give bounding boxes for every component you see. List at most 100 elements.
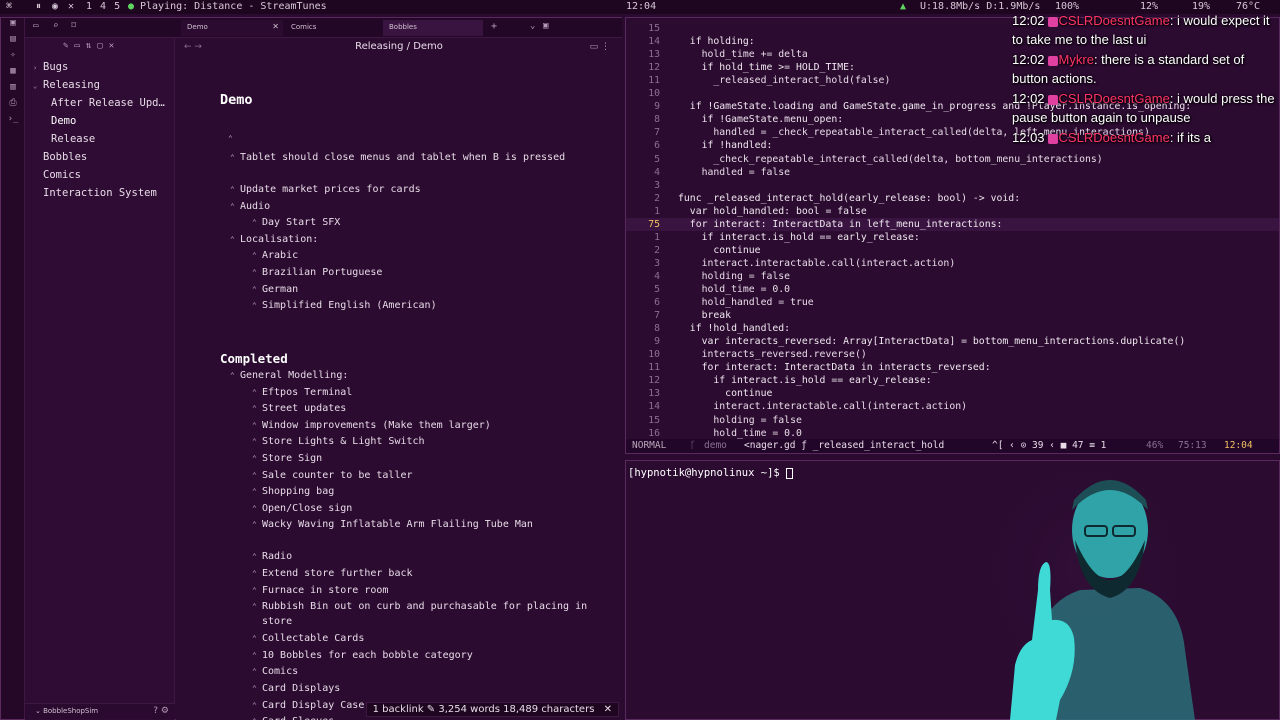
- code-line[interactable]: 7 break: [626, 309, 1279, 322]
- collapse-arrow-icon[interactable]: ⌃: [252, 631, 257, 646]
- code-line[interactable]: 3: [626, 179, 1279, 192]
- code-line[interactable]: 13 continue: [626, 387, 1279, 400]
- close-icon[interactable]: ✕: [272, 22, 279, 31]
- collapse-arrow-icon[interactable]: ⌃: [230, 368, 235, 383]
- vault-switcher[interactable]: ⌄ BobbleShopSim ? ⚙: [25, 703, 175, 719]
- collapse-arrow-icon[interactable]: ⌃: [252, 401, 257, 416]
- collapse-arrow-icon[interactable]: ⌃: [252, 566, 257, 581]
- app-menu-icon[interactable]: ⌘: [6, 1, 12, 12]
- pause-icon[interactable]: ⏸: [36, 1, 41, 12]
- files-icon[interactable]: ▤: [1, 34, 25, 50]
- collapse-arrow-icon[interactable]: ⌃: [252, 698, 257, 713]
- chevron-down-icon[interactable]: ⌄: [530, 21, 535, 31]
- collapse-arrow-icon[interactable]: ⌃: [252, 501, 257, 516]
- workspace-list[interactable]: 145: [86, 1, 128, 12]
- new-note-icon[interactable]: ✎: [63, 41, 74, 51]
- reading-view-icon[interactable]: ▭ ⋮: [590, 38, 610, 56]
- collapse-arrow-icon[interactable]: ⌃: [252, 517, 257, 532]
- workspace-4[interactable]: 4: [100, 1, 106, 12]
- gear-icon[interactable]: ⚙: [161, 706, 169, 716]
- back-forward-icons[interactable]: ← →: [184, 38, 202, 56]
- tab-demo[interactable]: Demo ✕: [181, 20, 283, 36]
- calendar-icon[interactable]: ▦: [1, 66, 25, 82]
- template-icon[interactable]: ▥: [1, 82, 25, 98]
- sidebar-item-interaction-system[interactable]: Interaction System: [25, 184, 174, 202]
- help-icon[interactable]: ?: [153, 706, 158, 716]
- sidebar-item-bugs[interactable]: › Bugs: [25, 58, 174, 76]
- workspace-5[interactable]: 5: [114, 1, 120, 12]
- list-item-text: 10 Bobbles for each bobble category: [262, 649, 473, 661]
- code-line[interactable]: 12 if interact.is_hold == early_release:: [626, 374, 1279, 387]
- collapse-arrow-icon[interactable]: ⌃: [252, 298, 257, 313]
- collapse-arrow-icon[interactable]: ⌃: [252, 265, 257, 280]
- sidebar-item-release[interactable]: Release: [25, 130, 174, 148]
- collapse-arrow-icon[interactable]: ⌃: [228, 134, 233, 143]
- collapse-arrow-icon[interactable]: ⌃: [252, 648, 257, 663]
- collapse-arrow-icon[interactable]: ⌃: [252, 418, 257, 433]
- code-line[interactable]: 5 _check_repeatable_interact_called(delt…: [626, 153, 1279, 166]
- collapse-arrow-icon[interactable]: ⌃: [252, 215, 257, 230]
- chat-username[interactable]: CSLRDoesntGame: [1059, 130, 1170, 145]
- chat-username[interactable]: CSLRDoesntGame: [1059, 13, 1170, 28]
- collapse-arrow-icon[interactable]: ⌃: [230, 199, 235, 214]
- sidebar-item-releasing[interactable]: ⌄ Releasing: [25, 76, 174, 94]
- sidebar-item-bobbles[interactable]: Bobbles: [25, 148, 174, 166]
- collapse-arrow-icon[interactable]: ⌃: [252, 282, 257, 297]
- sidebar-item-comics[interactable]: Comics: [25, 166, 174, 184]
- tab-bobbles[interactable]: Bobbles: [383, 20, 483, 36]
- code-line[interactable]: 2 continue: [626, 244, 1279, 257]
- publish-icon[interactable]: ⎙: [1, 98, 25, 114]
- code-line[interactable]: 4 holding = false: [626, 270, 1279, 283]
- new-folder-icon[interactable]: ▭: [74, 41, 85, 51]
- code-line[interactable]: 2 func _released_interact_hold(early_rele…: [626, 192, 1279, 205]
- collapse-arrow-icon[interactable]: ⌃: [252, 583, 257, 598]
- new-tab-icon[interactable]: +: [491, 21, 497, 32]
- tab-comics[interactable]: Comics: [285, 20, 385, 36]
- code-line[interactable]: 4 handled = false: [626, 166, 1279, 179]
- collapse-arrow-icon[interactable]: ⌃: [252, 664, 257, 679]
- collapse-arrow-icon[interactable]: ⌃: [252, 549, 257, 564]
- code-line[interactable]: 1 var hold_handled: bool = false: [626, 205, 1279, 218]
- collapse-arrow-icon[interactable]: ⌃: [252, 248, 257, 263]
- chat-username[interactable]: Mykre: [1059, 52, 1094, 67]
- collapse-arrow-icon[interactable]: ⌃: [252, 434, 257, 449]
- folder-icon[interactable]: ▭: [33, 21, 38, 31]
- sidebar-item-demo[interactable]: Demo: [25, 112, 174, 130]
- collapse-arrow-icon[interactable]: ⌃: [252, 451, 257, 466]
- chat-username[interactable]: CSLRDoesntGame: [1059, 91, 1170, 106]
- collapse-arrow-icon[interactable]: ⌃: [252, 714, 257, 720]
- split-view-icon[interactable]: ▣: [543, 21, 548, 31]
- collapse-arrow-icon[interactable]: ⌃: [252, 599, 257, 614]
- code-line[interactable]: 14 interact.interactable.call(interact.a…: [626, 400, 1279, 413]
- bookmark-icon[interactable]: ⌑: [71, 21, 76, 31]
- sidebar-item-after-release[interactable]: After Release Upd…: [25, 94, 174, 112]
- collapse-icon[interactable]: ▢: [97, 41, 108, 51]
- code-line[interactable]: 5 hold_time = 0.0: [626, 283, 1279, 296]
- note-editor[interactable]: ← → Releasing / Demo ▭ ⋮ Demo ⌃ ⌃ Tablet …: [176, 38, 622, 720]
- collapse-arrow-icon[interactable]: ⌃: [230, 182, 235, 197]
- code-line[interactable]: 15 holding = false: [626, 414, 1279, 427]
- close-icon[interactable]: ✕: [109, 41, 120, 51]
- collapse-arrow-icon[interactable]: ⌃: [252, 385, 257, 400]
- code-line[interactable]: 16 hold_time = 0.0: [626, 427, 1279, 440]
- code-line[interactable]: 75 for interact: InteractData in left_me…: [626, 217, 1279, 231]
- collapse-arrow-icon[interactable]: ⌃: [252, 681, 257, 696]
- collapse-arrow-icon[interactable]: ⌃: [230, 150, 235, 165]
- sort-icon[interactable]: ⇅: [86, 41, 97, 51]
- collapse-arrow-icon[interactable]: ⌃: [230, 232, 235, 247]
- code-line[interactable]: 9 var interacts_reversed: Array[Interact…: [626, 335, 1279, 348]
- code-line[interactable]: 1 if interact.is_hold == early_release:: [626, 231, 1279, 244]
- terminal-icon[interactable]: ›_: [1, 114, 25, 130]
- search-icon[interactable]: ⌕: [53, 21, 58, 31]
- code-line[interactable]: 10 interacts_reversed.reverse(): [626, 348, 1279, 361]
- graph-icon[interactable]: ✧: [1, 50, 25, 66]
- collapse-arrow-icon[interactable]: ⌃: [252, 484, 257, 499]
- code-line[interactable]: 3 interact.interactable.call(interact.ac…: [626, 257, 1279, 270]
- code-line[interactable]: 8 if !hold_handled:: [626, 322, 1279, 335]
- workspace-1[interactable]: 1: [86, 1, 92, 12]
- collapse-arrow-icon[interactable]: ⌃: [252, 468, 257, 483]
- code-line[interactable]: 6 hold_handled = true: [626, 296, 1279, 309]
- close-icon[interactable]: ✕: [604, 704, 612, 715]
- sidebar-toggle-icon[interactable]: ▣: [1, 18, 25, 34]
- code-line[interactable]: 11 for interact: InteractData in interac…: [626, 361, 1279, 374]
